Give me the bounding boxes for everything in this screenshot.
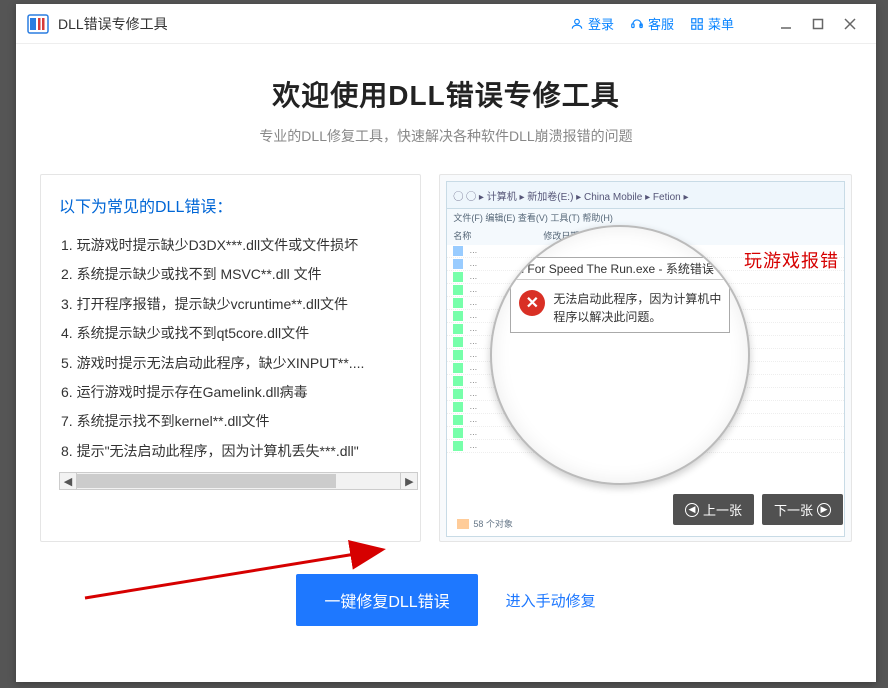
panels: 以下为常见的DLL错误： 1. 玩游戏时提示缺少D3DX***.dll文件或文件… [40, 174, 852, 542]
error-dialog-title: d For Speed The Run.exe - 系统错误 [510, 257, 730, 280]
explorer-toolbar: 文件(F) 编辑(E) 查看(V) 工具(T) 帮助(H) [446, 209, 845, 227]
login-link[interactable]: 登录 [570, 14, 614, 33]
app-window: DLL错误专修工具 登录 客服 菜单 欢迎使用DLL错误专修工具 专业的DLL修… [16, 4, 876, 682]
object-count: 58 个对象 [473, 517, 513, 530]
explorer-footer: 58 个对象 [457, 517, 513, 530]
error-line1: 无法启动此程序，因为计算机中 [553, 290, 721, 308]
magnifier: d For Speed The Run.exe - 系统错误 ✕ 无法启动此程序… [490, 225, 750, 485]
errors-list: 1. 玩游戏时提示缺少D3DX***.dll文件或文件损坏 2. 系统提示缺少或… [59, 231, 418, 466]
list-item: 4. 系统提示缺少或找不到qt5core.dll文件 [61, 319, 414, 348]
scroll-track[interactable] [77, 472, 400, 490]
next-button[interactable]: 下一张 ▶ [762, 494, 843, 525]
app-logo-icon [26, 12, 50, 36]
list-item: 8. 提示"无法启动此程序，因为计算机丢失***.dll" [61, 437, 414, 466]
support-link[interactable]: 客服 [630, 14, 674, 33]
carousel-nav: ◀ 上一张 下一张 ▶ [673, 494, 843, 525]
support-label: 客服 [648, 14, 674, 33]
prev-button[interactable]: ◀ 上一张 [673, 494, 754, 525]
errors-panel: 以下为常见的DLL错误： 1. 玩游戏时提示缺少D3DX***.dll文件或文件… [40, 174, 421, 542]
scroll-right-icon[interactable]: ▶ [400, 472, 418, 490]
fix-dll-button[interactable]: 一键修复DLL错误 [296, 574, 477, 626]
screenshot-caption: 玩游戏报错 [744, 247, 839, 273]
header-actions: 登录 客服 菜单 [570, 10, 866, 38]
explorer-address-bar: ◯ ◯ ▸ 计算机 ▸ 新加卷(E:) ▸ China Mobile ▸ Fet… [446, 181, 845, 209]
list-item: 1. 玩游戏时提示缺少D3DX***.dll文件或文件损坏 [61, 231, 414, 260]
horizontal-scrollbar[interactable]: ◀ ▶ [59, 470, 418, 492]
login-label: 登录 [588, 14, 614, 33]
welcome-subtitle: 专业的DLL修复工具，快速解决各种软件DLL崩溃报错的问题 [40, 126, 852, 146]
close-button[interactable] [834, 10, 866, 38]
list-item: 5. 游戏时提示无法启动此程序，缺少XINPUT**.... [61, 349, 414, 378]
error-dialog-body: ✕ 无法启动此程序，因为计算机中 程序以解决此问题。 [510, 280, 730, 333]
error-line2: 程序以解决此问题。 [553, 308, 721, 326]
next-label: 下一张 [774, 500, 813, 519]
close-icon [844, 18, 856, 30]
actions-row: 一键修复DLL错误 进入手动修复 [40, 542, 852, 662]
list-item: 3. 打开程序报错，提示缺少vcruntime**.dll文件 [61, 290, 414, 319]
maximize-icon [812, 18, 824, 30]
chevron-right-icon: ▶ [817, 503, 831, 517]
grid-icon [690, 17, 704, 31]
errors-title: 以下为常见的DLL错误： [59, 193, 418, 217]
welcome-title: 欢迎使用DLL错误专修工具 [40, 74, 852, 114]
app-title: DLL错误专修工具 [58, 14, 570, 34]
headset-icon [630, 17, 644, 31]
maximize-button[interactable] [802, 10, 834, 38]
user-icon [570, 17, 584, 31]
minimize-icon [780, 18, 792, 30]
menu-link[interactable]: 菜单 [690, 14, 734, 33]
scroll-left-icon[interactable]: ◀ [59, 472, 77, 490]
error-icon: ✕ [519, 290, 545, 316]
scroll-thumb[interactable] [77, 474, 336, 488]
chevron-left-icon: ◀ [685, 503, 699, 517]
list-item: 7. 系统提示找不到kernel**.dll文件 [61, 407, 414, 436]
titlebar: DLL错误专修工具 登录 客服 菜单 [16, 4, 876, 44]
prev-label: 上一张 [703, 500, 742, 519]
window-controls [770, 10, 866, 38]
list-item: 2. 系统提示缺少或找不到 MSVC**.dll 文件 [61, 260, 414, 289]
menu-label: 菜单 [708, 14, 734, 33]
error-text: 无法启动此程序，因为计算机中 程序以解决此问题。 [553, 290, 721, 326]
minimize-button[interactable] [770, 10, 802, 38]
content: 欢迎使用DLL错误专修工具 专业的DLL修复工具，快速解决各种软件DLL崩溃报错… [16, 44, 876, 682]
screenshot-panel: ◯ ◯ ▸ 计算机 ▸ 新加卷(E:) ▸ China Mobile ▸ Fet… [439, 174, 852, 542]
manual-fix-link[interactable]: 进入手动修复 [506, 590, 596, 611]
list-item: 6. 运行游戏时提示存在Gamelink.dll病毒 [61, 378, 414, 407]
